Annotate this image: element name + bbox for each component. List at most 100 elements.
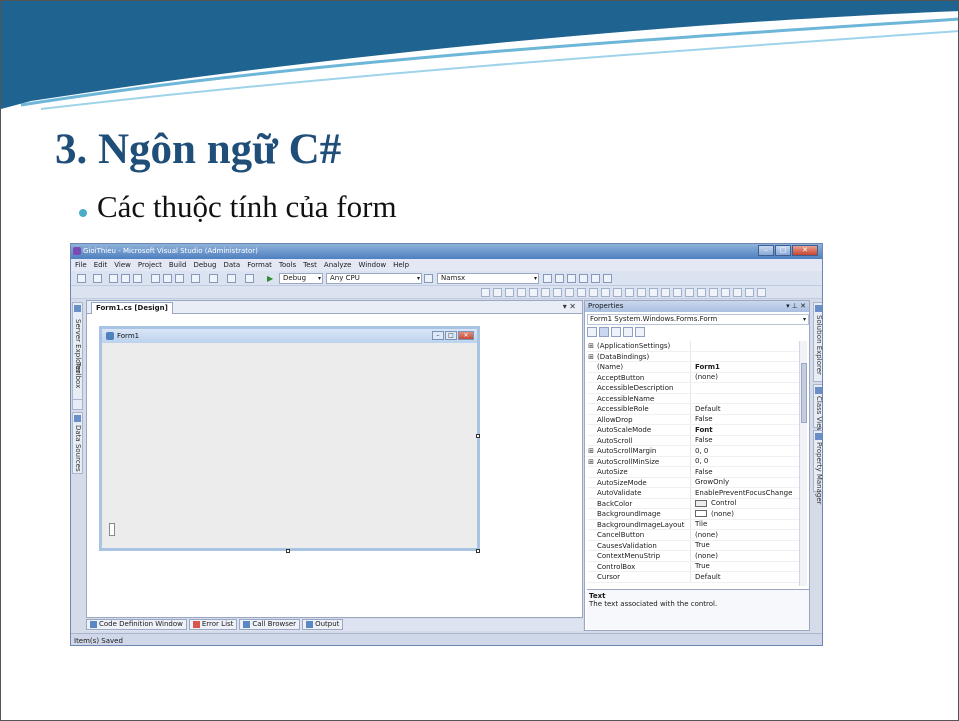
property-manager-tab[interactable]: Property Manager bbox=[813, 430, 822, 505]
maximize-button[interactable]: □ bbox=[775, 245, 791, 256]
open-file-icon[interactable] bbox=[109, 274, 118, 283]
save-all-icon[interactable] bbox=[133, 274, 142, 283]
scrollbar-thumb[interactable] bbox=[801, 363, 807, 423]
property-row[interactable]: BackColor Control bbox=[587, 498, 799, 509]
cut-icon[interactable] bbox=[151, 274, 160, 283]
property-row[interactable]: AutoSizeMode GrowOnly bbox=[587, 477, 799, 488]
new-project-icon[interactable] bbox=[77, 274, 86, 283]
menu-data[interactable]: Data bbox=[223, 261, 240, 269]
document-tab-controls[interactable]: ▾ ✕ bbox=[563, 302, 576, 311]
property-row[interactable]: (Name) Form1 bbox=[587, 362, 799, 373]
window-layout-icon[interactable] bbox=[603, 274, 612, 283]
events-icon[interactable] bbox=[623, 327, 633, 337]
align-bottoms-icon[interactable] bbox=[553, 288, 562, 297]
property-row[interactable]: ControlBox True bbox=[587, 561, 799, 572]
resize-handle-right[interactable] bbox=[476, 434, 480, 438]
form-control-placeholder[interactable] bbox=[109, 523, 115, 536]
remove-horizontal-spacing-icon[interactable] bbox=[649, 288, 658, 297]
find-in-files-icon[interactable] bbox=[424, 274, 433, 283]
properties-window-icon[interactable] bbox=[555, 274, 564, 283]
property-value[interactable]: Default bbox=[691, 572, 721, 582]
save-icon[interactable] bbox=[121, 274, 130, 283]
property-row[interactable]: AcceptButton (none) bbox=[587, 372, 799, 383]
copy-icon[interactable] bbox=[163, 274, 172, 283]
properties-header[interactable]: Properties ▾ ⊥ ✕ bbox=[585, 301, 809, 312]
output-tab[interactable]: Output bbox=[302, 619, 344, 630]
align-tops-icon[interactable] bbox=[529, 288, 538, 297]
center-horizontally-icon[interactable] bbox=[709, 288, 718, 297]
property-row[interactable]: AccessibleName bbox=[587, 393, 799, 404]
property-value[interactable]: Font bbox=[691, 425, 713, 435]
align-rights-icon[interactable] bbox=[517, 288, 526, 297]
form1-window[interactable]: Form1 – □ ✕ bbox=[99, 326, 480, 551]
remove-vertical-spacing-icon[interactable] bbox=[697, 288, 706, 297]
property-row[interactable]: Cursor Default bbox=[587, 572, 799, 583]
form-close-button[interactable]: ✕ bbox=[458, 331, 474, 340]
properties-icon[interactable] bbox=[611, 327, 621, 337]
property-row[interactable]: ⊞ AutoScrollMinSize 0, 0 bbox=[587, 456, 799, 467]
platform-combo[interactable]: Any CPU bbox=[326, 273, 422, 284]
make-same-size-icon[interactable] bbox=[601, 288, 610, 297]
start-page-icon[interactable] bbox=[591, 274, 600, 283]
property-row[interactable]: AllowDrop False bbox=[587, 414, 799, 425]
property-row[interactable]: ContextMenuStrip (none) bbox=[587, 551, 799, 562]
data-sources-tab[interactable]: Data Sources bbox=[72, 412, 83, 474]
form-designer[interactable]: Form1.cs [Design] ▾ ✕ Form1 – □ ✕ bbox=[86, 300, 583, 618]
close-button[interactable]: ✕ bbox=[792, 245, 818, 256]
property-row[interactable]: BackgroundImage (none) bbox=[587, 509, 799, 520]
properties-header-controls[interactable]: ▾ ⊥ ✕ bbox=[786, 301, 806, 311]
solution-explorer-icon[interactable] bbox=[543, 274, 552, 283]
menu-analyze[interactable]: Analyze bbox=[324, 261, 352, 269]
property-value[interactable] bbox=[691, 352, 695, 362]
align-to-grid-icon[interactable] bbox=[481, 288, 490, 297]
vs-titlebar[interactable]: GioiThieu - Microsoft Visual Studio (Adm… bbox=[71, 244, 822, 259]
resize-handle-bottom[interactable] bbox=[286, 549, 290, 553]
align-centers-icon[interactable] bbox=[505, 288, 514, 297]
size-to-grid-icon[interactable] bbox=[577, 288, 586, 297]
make-same-height-icon[interactable] bbox=[589, 288, 598, 297]
increase-horizontal-spacing-icon[interactable] bbox=[625, 288, 634, 297]
form-minimize-button[interactable]: – bbox=[432, 331, 444, 340]
categorized-icon[interactable] bbox=[587, 327, 597, 337]
align-middles-icon[interactable] bbox=[541, 288, 550, 297]
property-value[interactable] bbox=[691, 394, 695, 404]
alphabetical-icon[interactable] bbox=[599, 327, 609, 337]
decrease-horizontal-spacing-icon[interactable] bbox=[637, 288, 646, 297]
menu-edit[interactable]: Edit bbox=[94, 261, 108, 269]
center-vertically-icon[interactable] bbox=[721, 288, 730, 297]
property-row[interactable]: AutoValidate EnablePreventFocusChange bbox=[587, 488, 799, 499]
property-value[interactable]: Form1 bbox=[691, 362, 720, 372]
property-value[interactable]: GrowOnly bbox=[691, 478, 729, 488]
form-maximize-button[interactable]: □ bbox=[445, 331, 457, 340]
property-value[interactable]: Tile bbox=[691, 520, 707, 530]
toolbox-icon[interactable] bbox=[579, 274, 588, 283]
find-combo[interactable]: Namsx bbox=[437, 273, 539, 284]
decrease-vertical-spacing-icon[interactable] bbox=[685, 288, 694, 297]
redo-icon[interactable] bbox=[209, 274, 218, 283]
property-value[interactable]: 0, 0 bbox=[691, 446, 708, 456]
make-same-width-icon[interactable] bbox=[565, 288, 574, 297]
menu-project[interactable]: Project bbox=[138, 261, 162, 269]
property-row[interactable]: ⊞ AutoScrollMargin 0, 0 bbox=[587, 446, 799, 457]
class-view-tab[interactable]: Class View bbox=[813, 384, 822, 433]
property-value[interactable]: Control bbox=[691, 499, 736, 509]
property-grid-scrollbar[interactable] bbox=[799, 341, 807, 586]
object-selector-combo[interactable]: Form1 System.Windows.Forms.Form bbox=[587, 314, 809, 325]
property-row[interactable]: ⊞ (ApplicationSettings) bbox=[587, 341, 799, 352]
property-row[interactable]: CausesValidation True bbox=[587, 540, 799, 551]
paste-icon[interactable] bbox=[175, 274, 184, 283]
add-item-icon[interactable] bbox=[93, 274, 102, 283]
property-value[interactable]: (none) bbox=[691, 373, 718, 383]
increase-vertical-spacing-icon[interactable] bbox=[673, 288, 682, 297]
menu-tools[interactable]: Tools bbox=[279, 261, 296, 269]
call-browser-tab[interactable]: Call Browser bbox=[239, 619, 301, 630]
horizontal-spacing-icon[interactable] bbox=[613, 288, 622, 297]
code-definition-window-tab[interactable]: Code Definition Window bbox=[86, 619, 187, 630]
error-list-tab[interactable]: Error List bbox=[188, 619, 238, 630]
menu-test[interactable]: Test bbox=[303, 261, 317, 269]
menu-file[interactable]: File bbox=[75, 261, 87, 269]
property-row[interactable]: AutoSize False bbox=[587, 467, 799, 478]
property-value[interactable]: True bbox=[691, 562, 710, 572]
property-grid[interactable]: ⊞ (ApplicationSettings) ⊞ (DataBindings) (Na… bbox=[587, 341, 799, 586]
property-value[interactable]: False bbox=[691, 436, 713, 446]
